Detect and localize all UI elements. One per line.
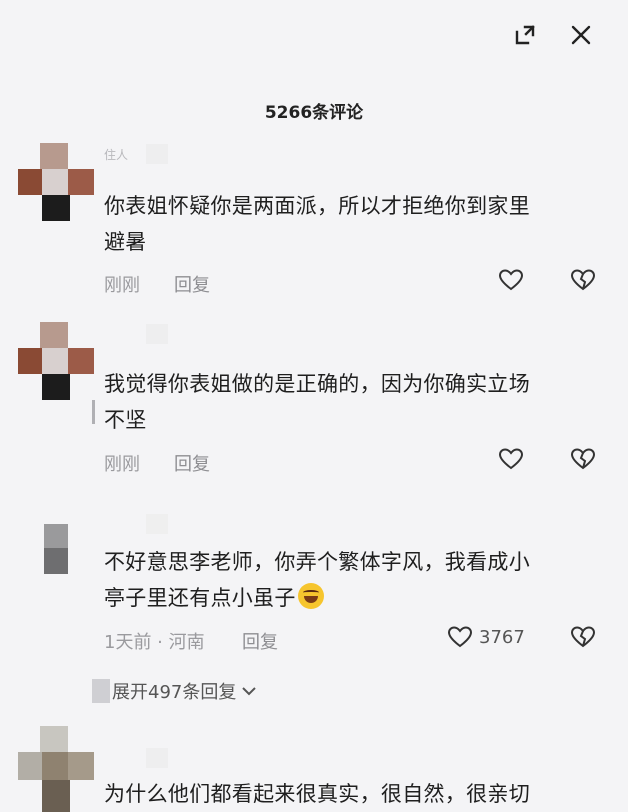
close-icon [571, 25, 591, 45]
avatar[interactable] [18, 322, 94, 400]
like-button[interactable] [498, 447, 524, 471]
name-blur [146, 748, 168, 768]
expand-icon [515, 25, 535, 45]
comment-time-location: 1天前 · 河南 [104, 632, 205, 653]
heart-icon [498, 269, 524, 291]
heart-icon [498, 448, 524, 470]
comment-time: 刚刚 [104, 454, 140, 475]
reply-button[interactable]: 回复 [242, 628, 278, 654]
laughing-emoji-icon [297, 583, 324, 609]
reply-button[interactable]: 回复 [174, 450, 210, 476]
broken-heart-icon [570, 269, 596, 291]
dislike-button[interactable] [570, 268, 596, 296]
comment-text: 不好意思李老师，你弄个繁体字风，我看成小 亭子里还有点小虽子 [104, 550, 530, 610]
comment-text: 你表姐怀疑你是两面派，所以才拒绝你到家里 避暑 [104, 194, 530, 254]
name-blur [146, 514, 168, 534]
name-blur [146, 144, 168, 164]
reply-button[interactable]: 回复 [174, 271, 210, 297]
avatar[interactable] [18, 143, 94, 221]
comment-text: 为什么他们都看起来很真实，很自然，很亲切 [104, 782, 530, 806]
name-blur [146, 324, 168, 344]
broken-heart-icon [570, 448, 596, 470]
chevron-down-icon [242, 687, 257, 696]
like-button[interactable]: 3767 [447, 625, 525, 649]
broken-heart-icon [570, 626, 596, 648]
heart-icon [447, 626, 473, 648]
dislike-button[interactable] [570, 447, 596, 475]
like-button[interactable] [498, 268, 524, 292]
close-button[interactable] [564, 18, 598, 52]
blur-block [92, 679, 110, 703]
avatar[interactable] [18, 726, 94, 812]
top-bar [0, 0, 628, 80]
comment-text: 我觉得你表姐做的是正确的，因为你确实立场 不坚 [104, 372, 530, 432]
comment-time: 刚刚 [104, 275, 140, 296]
text-cursor [92, 400, 95, 424]
comment-count-title: 5266条评论 [264, 103, 364, 123]
like-count: 3767 [479, 626, 525, 648]
avatar[interactable] [44, 524, 68, 574]
expand-replies-label: 展开497条回复 [112, 682, 237, 703]
username[interactable]: 住人 [104, 146, 128, 163]
dislike-button[interactable] [570, 625, 596, 653]
expand-button[interactable] [508, 18, 542, 52]
expand-replies-button[interactable]: 展开497条回复 [92, 678, 257, 704]
